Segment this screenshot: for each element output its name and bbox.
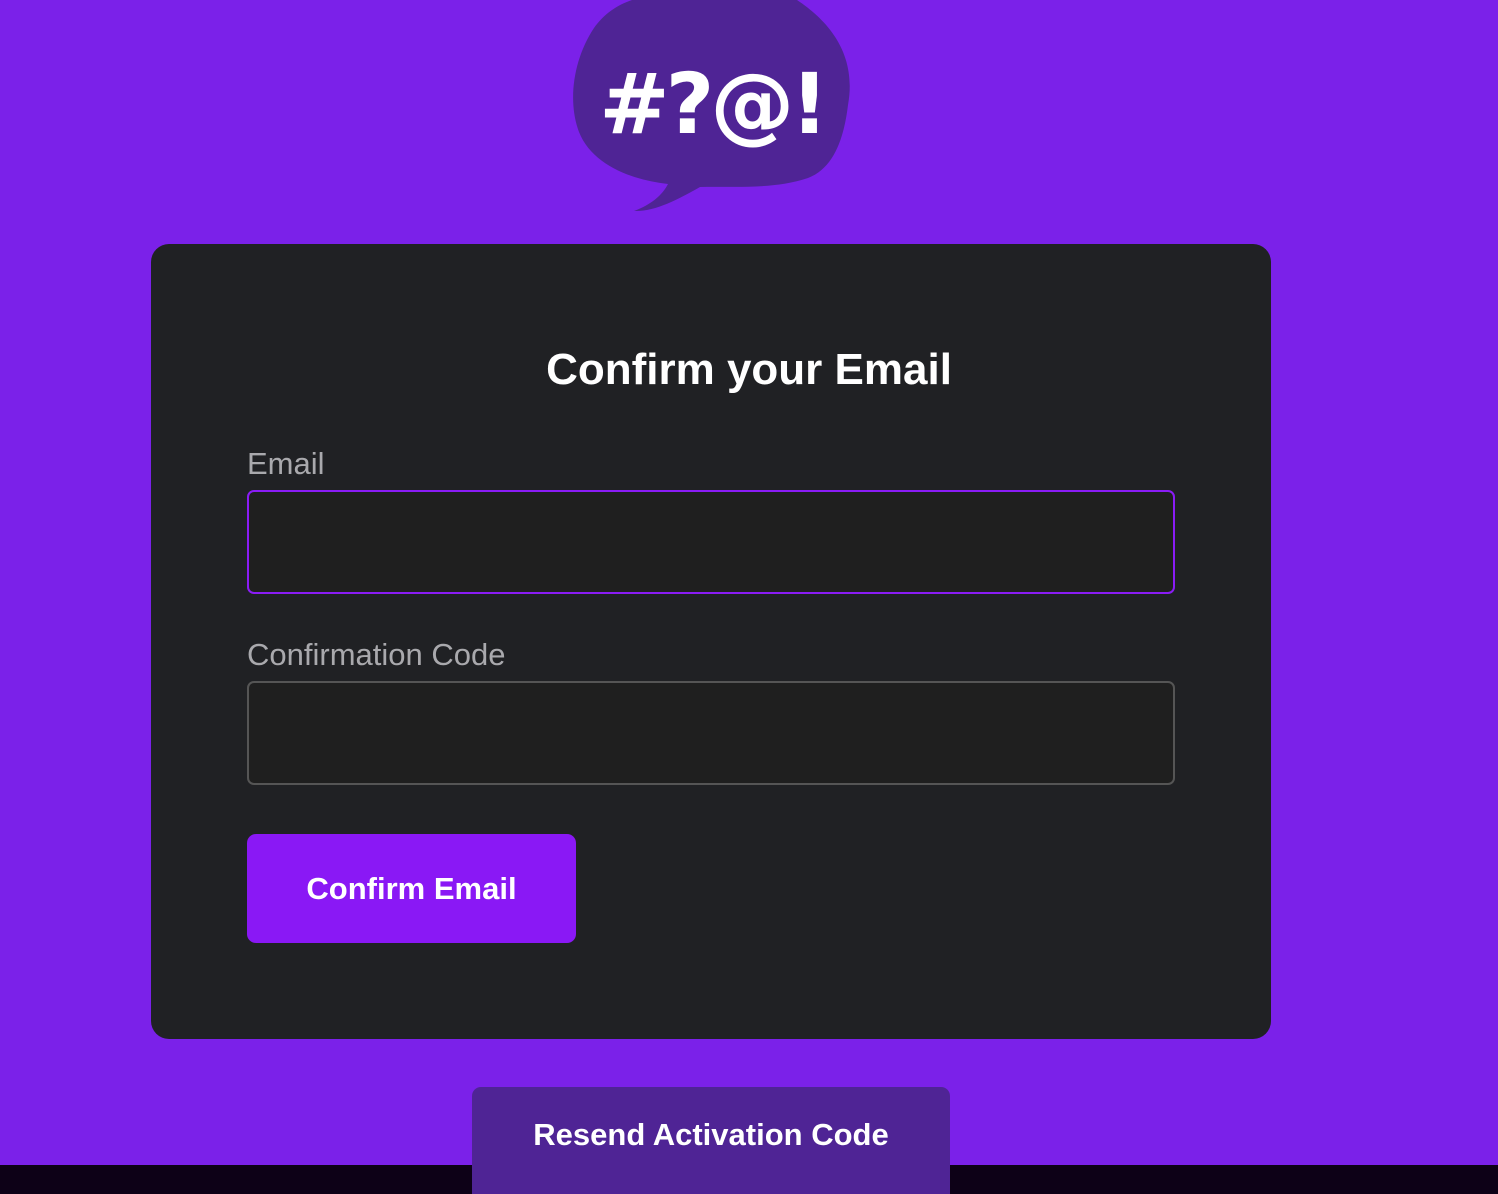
speech-bubble-logo-icon: #?@! — [572, 0, 854, 214]
email-field[interactable] — [247, 490, 1175, 594]
svg-text:#?@!: #?@! — [599, 55, 824, 153]
confirmation-code-label: Confirmation Code — [247, 637, 506, 672]
resend-activation-code-button[interactable]: Resend Activation Code — [472, 1087, 950, 1194]
confirm-email-button[interactable]: Confirm Email — [247, 834, 576, 943]
confirmation-code-field[interactable] — [247, 681, 1175, 785]
page-title: Confirm your Email — [546, 345, 952, 394]
email-label: Email — [247, 446, 325, 481]
